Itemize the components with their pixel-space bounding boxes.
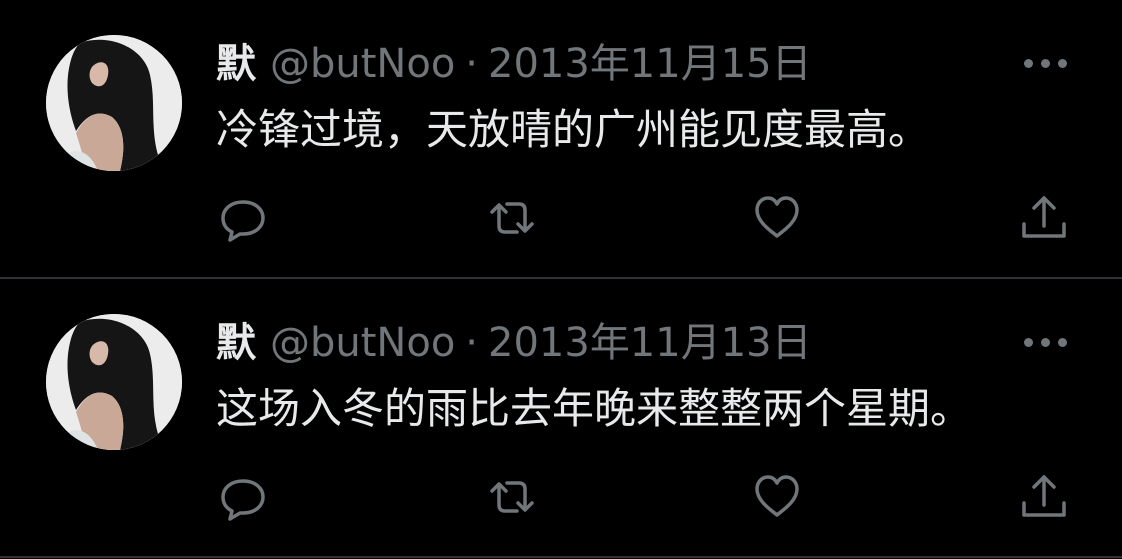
- tweet-date[interactable]: 2013年11月15日: [488, 41, 812, 87]
- tweet-text: 这场入冬的雨比去年晚来整整两个星期。: [216, 384, 973, 433]
- reply-icon[interactable]: [215, 469, 271, 525]
- like-icon[interactable]: [749, 469, 805, 525]
- avatar-photo: [46, 35, 182, 171]
- display-name[interactable]: 默: [216, 41, 256, 87]
- separator-dot: ·: [465, 320, 479, 366]
- user-handle[interactable]: @butNoo: [270, 41, 455, 87]
- tweet-header: 默 @butNoo · 2013年11月15日: [216, 38, 812, 90]
- reply-icon[interactable]: [215, 190, 271, 246]
- share-icon[interactable]: [1016, 469, 1072, 525]
- tweet[interactable]: 默 @butNoo · 2013年11月15日 冷锋过境，天放晴的广州能见度最高。: [0, 0, 1122, 278]
- user-handle[interactable]: @butNoo: [270, 320, 455, 366]
- like-icon[interactable]: [749, 190, 805, 246]
- tweet[interactable]: 默 @butNoo · 2013年11月13日 这场入冬的雨比去年晚来整整两个星期。: [0, 279, 1122, 557]
- separator-dot: ·: [465, 41, 479, 87]
- tweet-text: 冷锋过境，天放晴的广州能见度最高。: [216, 105, 931, 154]
- more-horizontal-icon[interactable]: [1022, 52, 1070, 76]
- display-name[interactable]: 默: [216, 320, 256, 366]
- more-horizontal-icon[interactable]: [1022, 331, 1070, 355]
- avatar[interactable]: [46, 314, 182, 450]
- timeline: 默 @butNoo · 2013年11月15日 冷锋过境，天放晴的广州能见度最高。: [0, 0, 1122, 559]
- tweet-header: 默 @butNoo · 2013年11月13日: [216, 317, 812, 369]
- retweet-icon[interactable]: [484, 469, 540, 525]
- avatar-photo: [46, 314, 182, 450]
- divider: [0, 556, 1122, 558]
- share-icon[interactable]: [1016, 190, 1072, 246]
- retweet-icon[interactable]: [484, 190, 540, 246]
- tweet-date[interactable]: 2013年11月13日: [488, 320, 812, 366]
- avatar[interactable]: [46, 35, 182, 171]
